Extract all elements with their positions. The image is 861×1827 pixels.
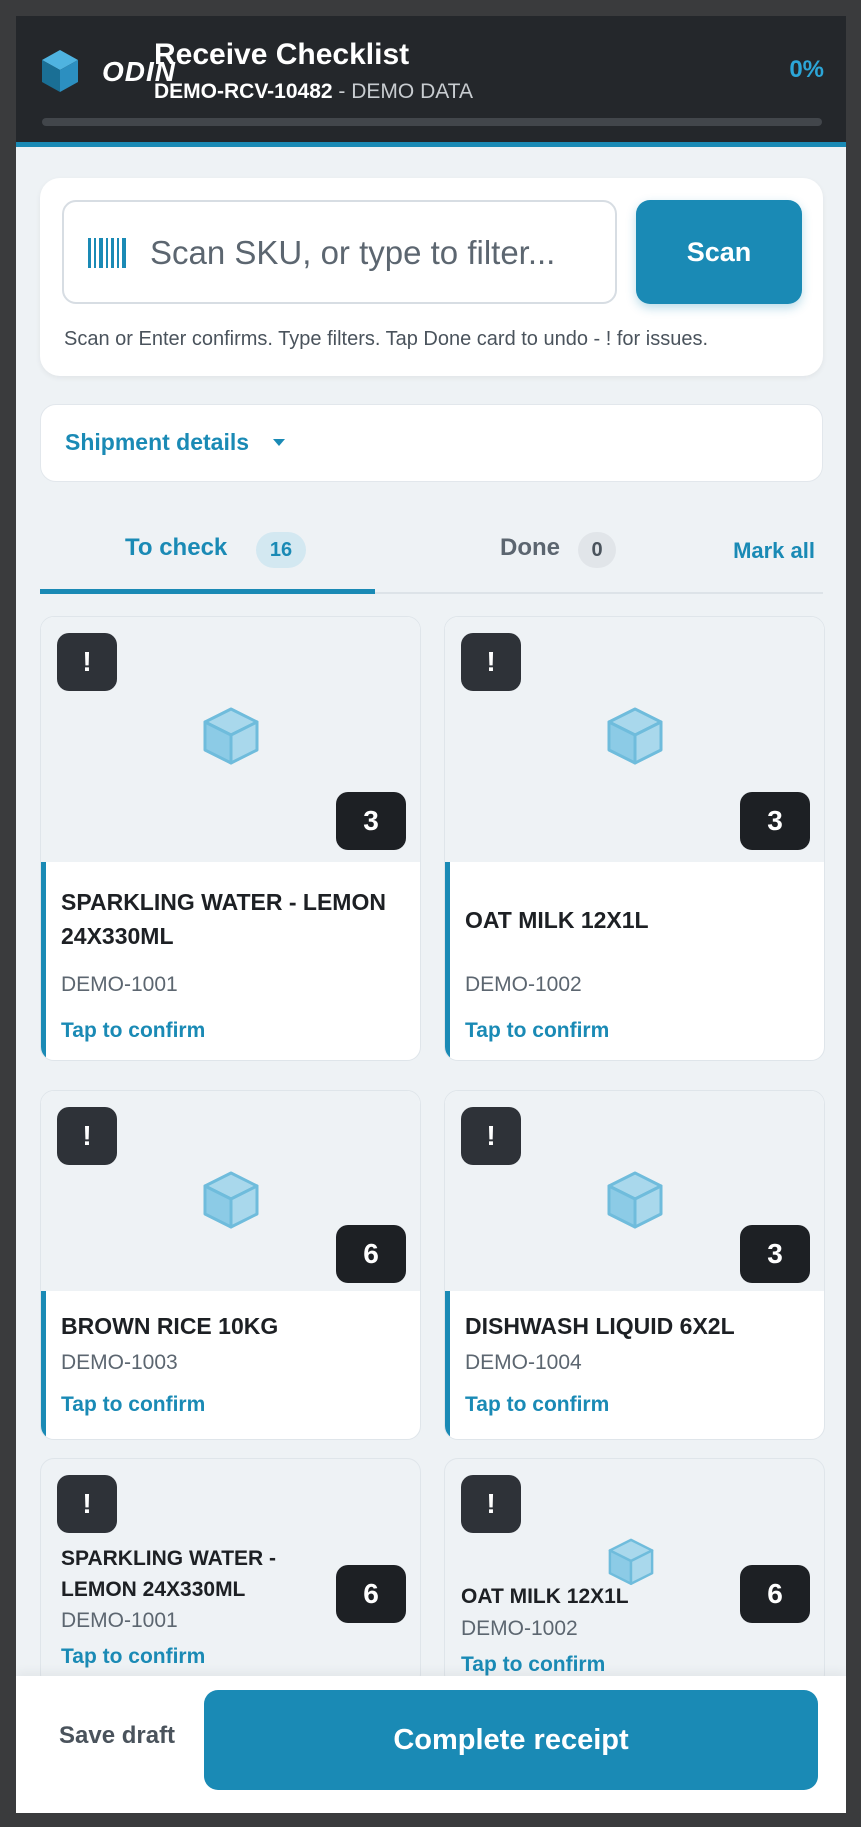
item-card[interactable]: ! 3 SPARKLING WATER - LEMON 24X330ML DEM… [40,616,421,1061]
quantity-badge: 6 [740,1565,810,1623]
box-icon [607,707,663,765]
app-frame: ODIN Receive Checklist DEMO-RCV-10482 - … [16,16,846,1813]
tab-bar: To check 16 Done 0 Mark all [40,516,823,594]
item-card[interactable]: ! OAT MILK 12X1L 6 DEMO-1002 Tap to conf… [444,1458,825,1688]
card-accent [41,1291,46,1439]
item-sku: DEMO-1004 [465,1351,582,1374]
shipment-details-label: Shipment details [65,429,250,455]
tab-done-count: 0 [578,532,616,568]
page-title: Receive Checklist [154,38,410,71]
item-card[interactable]: ! 3 OAT MILK 12X1L DEMO-1002 Tap to conf… [444,616,825,1061]
issue-button[interactable]: ! [461,1475,521,1533]
quantity-badge: 3 [740,792,810,850]
box-icon [203,1171,259,1229]
item-sku: DEMO-1001 [61,973,178,996]
complete-receipt-button[interactable]: Complete receipt [204,1690,818,1790]
footer-bar: Save draft Complete receipt [16,1676,846,1813]
receipt-id: DEMO-RCV-10482 [154,80,333,103]
item-card[interactable]: ! 3 DISHWASH LIQUID 6X2L DEMO-1004 Tap t… [444,1090,825,1440]
barcode-icon [88,238,126,268]
caret-down-icon [273,439,285,446]
item-name: OAT MILK 12X1L [465,907,649,933]
item-sku: DEMO-1001 [61,1609,178,1632]
item-sku: DEMO-1002 [461,1617,578,1640]
tab-done-label: Done [500,534,560,561]
item-card[interactable]: ! SPARKLING WATER - LEMON 24X330ML 6 DEM… [40,1458,421,1688]
item-name: BROWN RICE 10KG [61,1313,279,1339]
tap-to-confirm: Tap to confirm [61,1393,206,1416]
item-sku: DEMO-1002 [465,973,582,996]
box-icon [203,707,259,765]
item-card[interactable]: ! 6 BROWN RICE 10KG DEMO-1003 Tap to con… [40,1090,421,1440]
item-name: DISHWASH LIQUID 6X2L [465,1313,735,1339]
scan-hint: Scan or Enter confirms. Type filters. Ta… [64,328,709,350]
scan-placeholder: Scan SKU, or type to filter... [150,234,556,271]
mark-all-button[interactable]: Mark all [733,538,815,564]
card-accent [445,862,450,1060]
scan-input[interactable]: Scan SKU, or type to filter... [62,200,617,304]
issue-button[interactable]: ! [57,633,117,691]
save-draft-button[interactable]: Save draft [59,1722,175,1750]
cube-logo-icon [42,50,78,92]
issue-button[interactable]: ! [57,1475,117,1533]
card-accent [41,862,46,1060]
item-name: SPARKLING WATER - LEMON 24X330ML [61,889,386,949]
item-name: SPARKLING WATER - LEMON 24X330ML [61,1547,277,1601]
scan-button[interactable]: Scan [636,200,802,304]
quantity-badge: 3 [336,792,406,850]
scan-panel: Scan SKU, or type to filter... Scan Scan… [40,178,823,376]
progress-bar [42,118,822,126]
card-accent [445,1291,450,1439]
box-icon [608,1538,654,1585]
app-header: ODIN Receive Checklist DEMO-RCV-10482 - … [16,16,846,147]
receipt-subtitle: DEMO-RCV-10482 - DEMO DATA [154,80,473,104]
tap-to-confirm: Tap to confirm [61,1019,206,1042]
tab-to-check-count: 16 [256,532,306,568]
issue-button[interactable]: ! [461,633,521,691]
tab-to-check-label: To check [125,534,228,561]
demo-data-note: - DEMO DATA [338,80,473,103]
shipment-details-toggle[interactable]: Shipment details [40,404,823,482]
tap-to-confirm: Tap to confirm [61,1645,206,1668]
progress-percent: 0% [789,56,824,83]
issue-button[interactable]: ! [57,1107,117,1165]
tap-to-confirm: Tap to confirm [461,1653,606,1676]
item-sku: DEMO-1003 [61,1351,178,1374]
quantity-badge: 3 [740,1225,810,1283]
box-icon [607,1171,663,1229]
tap-to-confirm: Tap to confirm [465,1393,610,1416]
quantity-badge: 6 [336,1565,406,1623]
tap-to-confirm: Tap to confirm [465,1019,610,1042]
odin-logo: ODIN [40,48,175,94]
tab-to-check[interactable]: To check 16 [40,516,375,594]
tab-done[interactable]: Done 0 [440,516,640,594]
quantity-badge: 6 [336,1225,406,1283]
issue-button[interactable]: ! [461,1107,521,1165]
